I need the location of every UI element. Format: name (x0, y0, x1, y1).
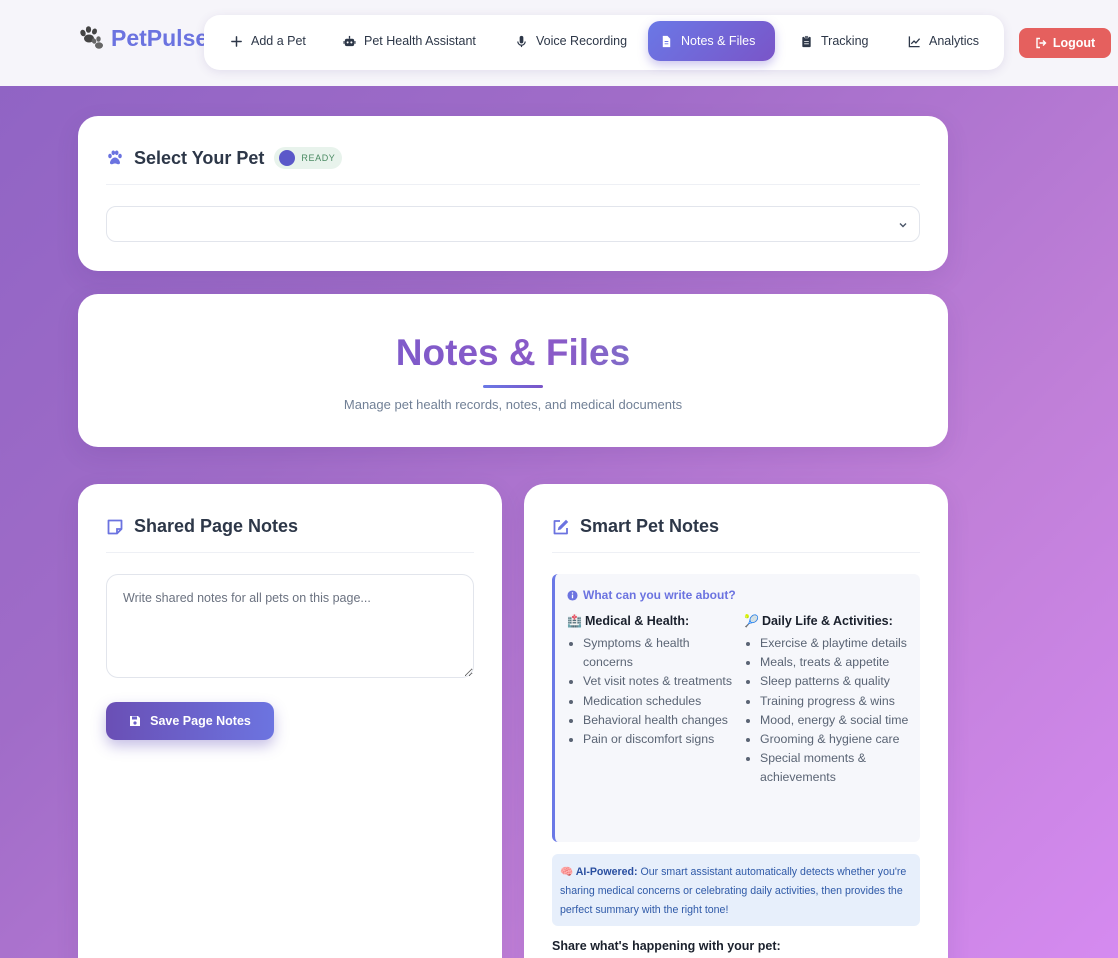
page-title: Notes & Files (78, 332, 948, 374)
paw-icon (108, 150, 122, 165)
medical-heading: 🏥 Medical & Health: (567, 614, 739, 628)
title-underline (483, 385, 543, 388)
save-page-notes-button[interactable]: Save Page Notes (106, 702, 274, 740)
nav-label: Pet Health Assistant (364, 34, 476, 48)
nav-add-pet[interactable]: Add a Pet (218, 21, 318, 61)
hospital-icon: 🏥 (567, 614, 582, 628)
share-prompt-label: Share what's happening with your pet: (552, 939, 781, 953)
list-item: Behavioral health changes (583, 711, 739, 730)
select-pet-header: Select Your Pet READY (106, 147, 343, 169)
chart-line-icon (908, 35, 921, 47)
nav-label: Tracking (821, 34, 869, 48)
nav-label: Analytics (929, 34, 980, 48)
medical-heading-text: Medical & Health: (584, 614, 690, 628)
shared-notes-card: Shared Page Notes Save Page Notes (78, 484, 502, 958)
edit-icon (553, 519, 569, 534)
microphone-icon (517, 35, 526, 47)
select-pet-title: Select Your Pet (134, 147, 265, 168)
tips-heading-text: What can you write about? (583, 588, 736, 602)
robot-icon (343, 35, 356, 46)
brand-name: PetPulse (111, 24, 209, 51)
top-bar: PetPulse Add a Pet Pet Health Assistant … (0, 0, 1118, 86)
page-header-card: Notes & Files Manage pet health records,… (78, 294, 948, 447)
nav-pet-health-assistant[interactable]: Pet Health Assistant (331, 21, 488, 61)
shared-notes-header: Shared Page Notes (106, 516, 298, 537)
daily-list: Exercise & playtime details Meals, treat… (744, 634, 914, 788)
tips-heading: What can you write about? (567, 588, 736, 602)
info-circle-icon (567, 589, 578, 601)
smart-notes-header: Smart Pet Notes (552, 516, 719, 537)
shared-notes-textarea[interactable] (106, 574, 474, 678)
nav-voice-recording[interactable]: Voice Recording (503, 21, 639, 61)
file-icon (662, 35, 671, 47)
list-item: Grooming & hygiene care (760, 730, 914, 749)
brand-logo[interactable]: PetPulse (77, 24, 208, 52)
logout-button[interactable]: Logout (1019, 28, 1111, 58)
clipboard-icon (802, 35, 811, 47)
main-nav: Add a Pet Pet Health Assistant Voice Rec… (204, 15, 1004, 70)
sticky-note-icon (107, 519, 123, 534)
daily-life-column: 🎾 Daily Life & Activities: Exercise & pl… (744, 614, 914, 788)
tennis-ball-icon: 🎾 (744, 614, 759, 628)
nav-notes-files[interactable]: Notes & Files (648, 21, 775, 61)
smart-notes-title: Smart Pet Notes (580, 516, 720, 536)
list-item: Meals, treats & appetite (760, 653, 914, 672)
pet-select-dropdown[interactable] (106, 206, 920, 242)
paw-logo-icon (80, 26, 103, 49)
list-item: Sleep patterns & quality (760, 672, 914, 691)
list-item: Pain or discomfort signs (583, 730, 739, 749)
list-item: Special moments & achievements (760, 749, 914, 787)
save-label: Save Page Notes (150, 714, 251, 728)
nav-label: Add a Pet (251, 34, 306, 48)
page-subtitle: Manage pet health records, notes, and me… (343, 397, 683, 412)
medical-health-column: 🏥 Medical & Health: Symptoms & health co… (567, 614, 739, 749)
status-dot (279, 150, 296, 166)
divider (552, 552, 920, 553)
chevron-down-icon (899, 223, 907, 228)
nav-label: Voice Recording (536, 34, 628, 48)
daily-heading: 🎾 Daily Life & Activities: (744, 614, 914, 628)
select-pet-card: Select Your Pet READY (78, 116, 948, 271)
nav-label: Notes & Files (681, 34, 756, 48)
shared-notes-title: Shared Page Notes (134, 516, 299, 536)
status-badge: READY (274, 147, 343, 169)
status-text: READY (301, 153, 336, 163)
logout-label: Logout (1052, 36, 1096, 50)
list-item: Vet visit notes & treatments (583, 672, 739, 691)
ai-label: 🧠 AI-Powered: (560, 866, 638, 878)
plus-icon (231, 35, 242, 47)
nav-analytics[interactable]: Analytics (896, 21, 991, 61)
nav-tracking[interactable]: Tracking (788, 21, 880, 61)
save-icon (130, 716, 141, 726)
ai-powered-notice: 🧠 AI-Powered: Our smart assistant automa… (552, 854, 920, 926)
medical-list: Symptoms & health concerns Vet visit not… (567, 634, 739, 749)
daily-heading-text: Daily Life & Activities: (761, 614, 893, 628)
divider (106, 184, 920, 185)
list-item: Training progress & wins (760, 692, 914, 711)
list-item: Mood, energy & social time (760, 711, 914, 730)
list-item: Exercise & playtime details (760, 634, 914, 653)
sign-out-icon (1036, 37, 1047, 49)
smart-notes-card: Smart Pet Notes What can you write about… (524, 484, 948, 958)
writing-tips-box: What can you write about? 🏥 Medical & He… (552, 574, 920, 842)
divider (106, 552, 474, 553)
list-item: Medication schedules (583, 692, 739, 711)
list-item: Symptoms & health concerns (583, 634, 739, 672)
